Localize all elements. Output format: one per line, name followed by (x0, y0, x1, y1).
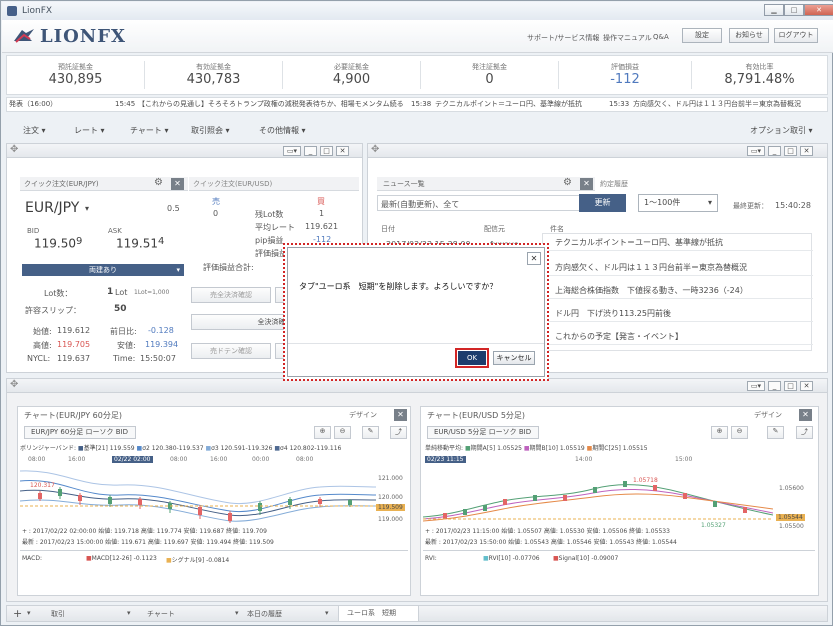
close-icon[interactable]: ✕ (527, 252, 541, 265)
cancel-button[interactable]: キャンセル (493, 351, 535, 365)
confirm-dialog: ✕ タブ"ユーロ系 短期"を削除します。よろしいですか？ OK キャンセル (283, 243, 549, 381)
divider (288, 343, 544, 344)
dialog-message: タブ"ユーロ系 短期"を削除します。よろしいですか？ (299, 282, 498, 291)
ok-button[interactable]: OK (455, 348, 489, 368)
